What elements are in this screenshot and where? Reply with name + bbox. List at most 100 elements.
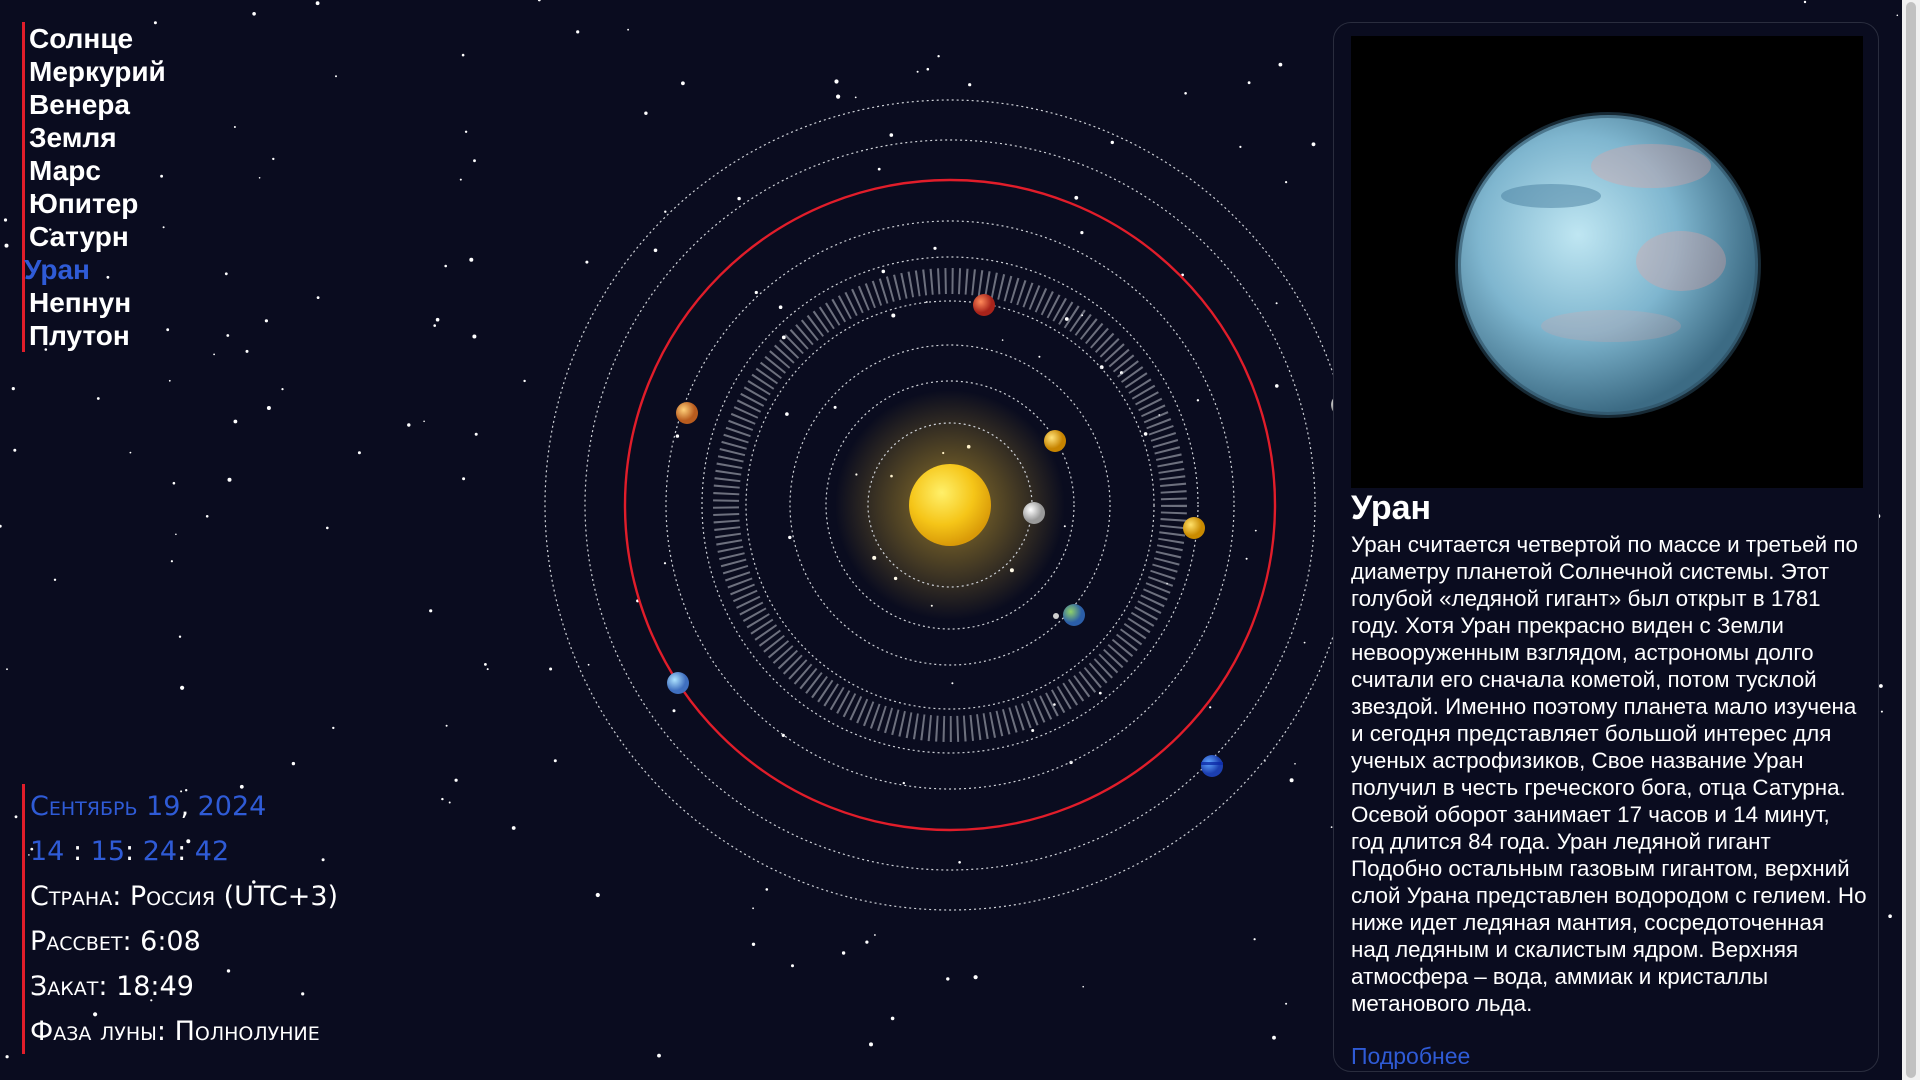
star [523,379,526,383]
star [916,70,919,73]
star [444,264,448,268]
star [233,419,238,424]
time-hours: 14 [30,836,65,867]
star [681,81,685,86]
star [6,668,8,671]
menu-item-jupiter[interactable]: Юпитер [29,187,229,220]
sun-icon[interactable] [909,464,991,546]
star [1888,914,1892,918]
mercury-icon[interactable] [1023,502,1045,524]
page-scrollbar[interactable] [1902,0,1920,1080]
venus-icon[interactable] [1044,430,1066,452]
star [1803,0,1807,4]
star [841,951,846,955]
star [172,481,176,485]
star [266,406,271,410]
star [245,349,249,353]
star [890,1016,895,1021]
time-row: 14 : 15: 24: 42 [30,829,338,874]
star [869,1042,873,1047]
star [407,423,411,427]
date-separator: , [180,791,190,822]
star [429,609,433,613]
star [4,243,9,248]
menu-item-pluto[interactable]: Плутон [29,319,229,352]
time-ms: 42 [194,836,230,867]
star [627,28,629,31]
star [13,448,17,452]
earth-icon[interactable] [1063,604,1085,626]
star [926,67,930,71]
star [1278,62,1283,67]
star [435,317,440,322]
solar-system-view [544,99,1356,911]
star [168,379,171,382]
star [227,477,232,482]
date-year: 2024 [197,791,267,822]
uranus-render [1455,112,1761,418]
star [129,451,132,454]
saturn-icon[interactable] [1183,517,1205,539]
star [316,296,320,299]
star [11,387,15,391]
menu-item-uranus[interactable]: Уран [24,253,229,286]
star [272,157,275,161]
star [469,257,474,262]
star [335,75,337,78]
star [433,324,437,327]
time-minutes: 15 [90,836,126,867]
star [213,353,216,356]
planet-description: Уран считается четвертой по массе и трет… [1351,532,1867,1016]
menu-item-saturn[interactable]: Сатурн [29,220,229,253]
menu-item-sun[interactable]: Солнце [29,22,229,55]
star [472,334,477,339]
uranus-icon[interactable] [667,672,689,694]
more-info-link[interactable]: Подробнее [1351,1043,1470,1070]
menu-item-mars[interactable]: Марс [29,154,229,187]
star [486,668,489,671]
star [834,79,839,84]
star [175,533,177,536]
star [459,178,462,181]
time-separator: : [125,836,135,867]
star [357,451,361,455]
star [865,940,869,944]
star [170,560,173,563]
star [445,724,448,727]
time-separator: : [72,836,83,867]
star [946,977,950,981]
moon-phase-text: Фаза луны: Полнолуние [30,1016,320,1047]
star [454,778,458,782]
star [874,934,876,936]
menu-item-mercury[interactable]: Меркурий [29,55,229,88]
star [281,388,284,391]
star [448,801,451,804]
scrollbar-thumb[interactable] [1906,2,1916,1078]
star [441,797,444,801]
star [14,815,18,819]
planet-3d-view[interactable] [1351,36,1863,488]
jupiter-icon[interactable] [676,402,698,424]
mars-icon[interactable] [973,294,995,316]
star [751,942,756,946]
moon-icon [1053,613,1059,619]
star [657,1053,661,1058]
menu-item-venus[interactable]: Венера [29,88,229,121]
star [484,663,487,666]
star [576,30,580,34]
neptune-icon[interactable] [1201,755,1223,777]
planet-detail-panel: Уран Уран считается четвертой по массе и… [1333,22,1879,1072]
star [968,83,972,87]
star [464,130,468,133]
star [1896,14,1899,17]
star [791,964,794,968]
planet-title: Уран [1351,489,1432,527]
star [937,55,940,58]
star [332,726,335,730]
star [291,761,296,766]
star [315,1,320,6]
menu-item-earth[interactable]: Земля [29,121,229,154]
star [264,319,268,323]
menu-item-neptune[interactable]: Непнун [29,286,229,319]
country-text: Страна: Россия (UTC+3) [30,881,339,912]
